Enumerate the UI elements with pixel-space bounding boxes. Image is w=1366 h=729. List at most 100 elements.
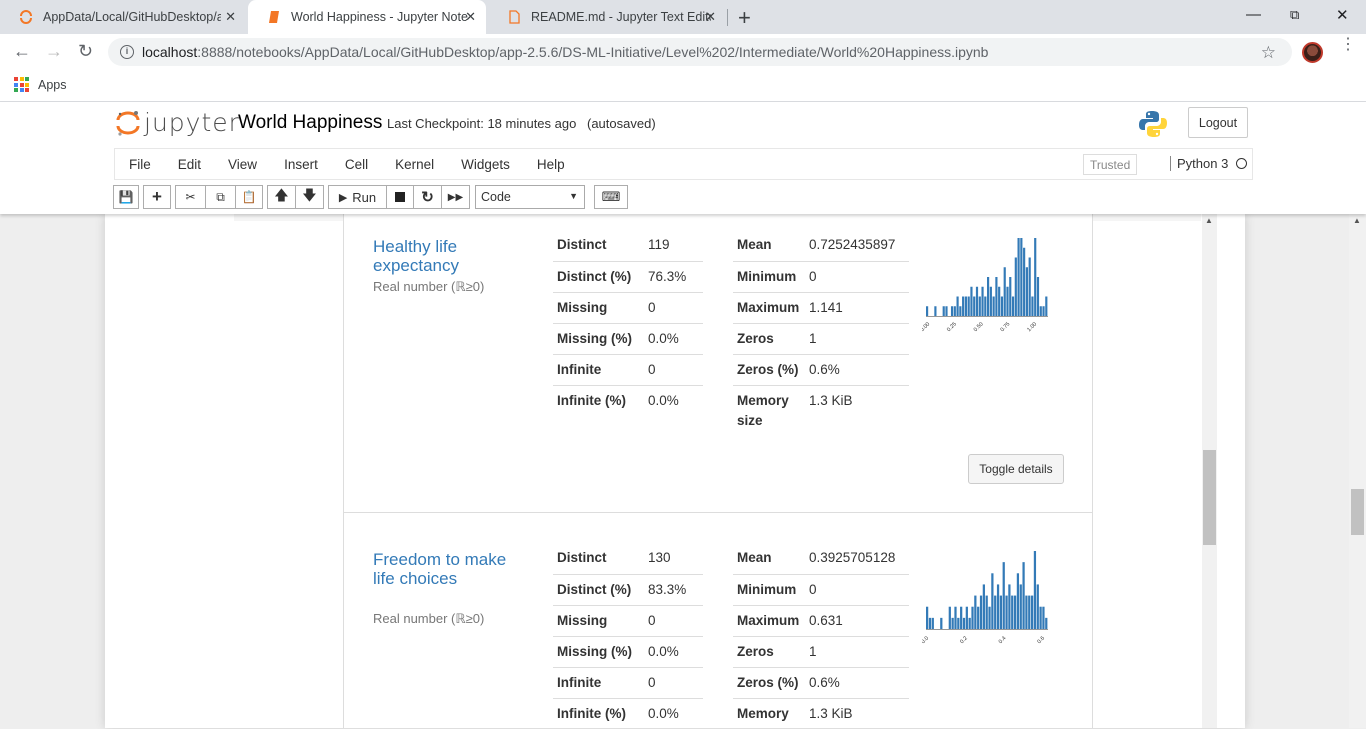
scroll-up-icon[interactable]: ▲ xyxy=(1353,216,1361,225)
stat-value: 0 xyxy=(809,582,817,597)
trusted-indicator[interactable]: Trusted xyxy=(1083,154,1138,175)
jupyter-logo[interactable]: jupyter xyxy=(116,108,240,137)
menu-kernel[interactable]: Kernel xyxy=(395,157,434,172)
move-up-button[interactable]: 🡅 xyxy=(267,185,296,209)
browser-tab-strip: AppData/Local/GitHubDesktop/a ✕ World Ha… xyxy=(0,0,1366,34)
reload-icon[interactable]: ↻ xyxy=(78,41,93,62)
chevron-down-icon: ▼ xyxy=(569,191,578,201)
back-icon[interactable]: ← xyxy=(13,41,31,62)
paste-button[interactable]: 📋 xyxy=(235,185,263,209)
histogram-bar xyxy=(970,286,973,316)
jupyter-logo-icon xyxy=(116,110,140,136)
kernel-name[interactable]: Python 3 xyxy=(1170,156,1228,171)
histogram-bar xyxy=(940,617,943,629)
copy-button[interactable]: ⧉ xyxy=(205,185,236,209)
cut-button[interactable]: ✂ xyxy=(175,185,206,209)
url-input[interactable]: i localhost:8888/notebooks/AppData/Local… xyxy=(108,38,1292,66)
stat-value: 0.0% xyxy=(648,331,679,346)
histogram-bar xyxy=(973,296,976,316)
insert-cell-button[interactable]: + xyxy=(143,185,171,209)
logout-button[interactable]: Logout xyxy=(1188,107,1248,138)
histogram-bar xyxy=(1033,551,1037,629)
stat-row: Minimum 0 xyxy=(733,261,909,292)
histogram-tick-label: 0.25 xyxy=(946,321,958,333)
apps-label: Apps xyxy=(38,77,67,92)
histogram-bar xyxy=(996,584,1000,629)
notebook-favicon-icon xyxy=(266,9,282,25)
histogram-bar xyxy=(926,306,929,316)
tab-close-icon[interactable]: ✕ xyxy=(225,9,236,25)
histogram-bar xyxy=(1025,267,1028,316)
tab-github-desktop[interactable]: AppData/Local/GitHubDesktop/a ✕ xyxy=(0,0,246,34)
profile-avatar[interactable] xyxy=(1302,42,1323,63)
histogram-tick-label: 1.00 xyxy=(1026,321,1038,333)
interrupt-button[interactable] xyxy=(386,185,414,209)
menu-cell[interactable]: Cell xyxy=(345,157,368,172)
histogram-bar xyxy=(989,286,992,316)
url-host: localhost xyxy=(142,44,198,60)
variable-name[interactable]: Freedom to make life choices xyxy=(373,550,513,588)
jupyter-header: jupyter World Happiness Last Checkpoint:… xyxy=(0,102,1366,214)
stat-row: Zeros (%) 0.6% xyxy=(733,667,909,698)
histogram-bar xyxy=(926,606,929,629)
stat-value: 1 xyxy=(809,644,817,659)
restart-button[interactable]: ↻ xyxy=(413,185,442,209)
histogram-bar xyxy=(995,277,998,316)
menu-help[interactable]: Help xyxy=(537,157,565,172)
stat-label: Minimum xyxy=(737,582,797,597)
tab-world-happiness[interactable]: World Happiness - Jupyter Noteb ✕ xyxy=(248,0,486,34)
forward-icon[interactable]: → xyxy=(45,41,63,62)
histogram-bar xyxy=(1016,573,1020,629)
bookmarks-bar: Apps xyxy=(0,70,1366,102)
histogram-bar xyxy=(1036,277,1040,316)
histogram-bar xyxy=(1034,238,1037,316)
tab-readme[interactable]: README.md - Jupyter Text Editor ✕ xyxy=(488,0,726,34)
page-scrollbar-thumb[interactable] xyxy=(1351,489,1364,535)
stats-table-right: Mean 0.7252435897 Minimum 0 Maximum 1.141 Z… xyxy=(733,230,909,429)
stat-label: Missing xyxy=(557,300,608,315)
histogram-bar xyxy=(968,617,971,629)
stat-value: 130 xyxy=(648,550,671,565)
menu-widgets[interactable]: Widgets xyxy=(461,157,510,172)
scroll-up-icon[interactable]: ▲ xyxy=(1205,216,1213,225)
histogram-bar xyxy=(1017,238,1020,316)
stat-row: Missing 0 xyxy=(553,292,703,323)
menu-view[interactable]: View xyxy=(228,157,257,172)
histogram-bar xyxy=(1045,296,1048,316)
page-scrollbar[interactable] xyxy=(1349,214,1366,728)
menu-edit[interactable]: Edit xyxy=(178,157,201,172)
browser-menu-icon[interactable]: ⋮ xyxy=(1340,37,1356,53)
histogram-bar xyxy=(1011,296,1015,316)
tab-close-icon[interactable]: ✕ xyxy=(465,9,476,25)
output-scrollbar-thumb[interactable] xyxy=(1203,450,1216,545)
save-button[interactable]: 💾 xyxy=(113,185,139,209)
toggle-details-button[interactable]: Toggle details xyxy=(968,454,1064,484)
info-icon[interactable]: i xyxy=(120,45,134,59)
stat-value: 0 xyxy=(648,300,656,315)
apps-grid-icon xyxy=(14,77,29,92)
menu-insert[interactable]: Insert xyxy=(284,157,318,172)
restore-icon[interactable]: ⧉ xyxy=(1290,7,1299,23)
apps-shortcut[interactable]: Apps xyxy=(14,77,67,92)
histogram-bar xyxy=(1000,296,1004,316)
histogram-bar xyxy=(1031,296,1034,316)
notebook-name[interactable]: World Happiness xyxy=(238,112,382,134)
run-button[interactable]: ▶ Run xyxy=(328,185,387,209)
cell-type-select[interactable]: Code ▼ xyxy=(475,185,585,209)
menu-file[interactable]: File xyxy=(129,157,151,172)
restart-run-all-button[interactable]: ▶▶ xyxy=(441,185,470,209)
url-path: :8888/notebooks/AppData/Local/GitHubDesk… xyxy=(197,44,989,60)
close-window-icon[interactable]: ✕ xyxy=(1336,6,1349,24)
command-palette-button[interactable]: ⌨ xyxy=(594,185,628,209)
tab-close-icon[interactable]: ✕ xyxy=(705,9,716,25)
minimize-icon[interactable]: — xyxy=(1246,6,1261,23)
variable-name[interactable]: Healthy life expectancy xyxy=(373,237,513,275)
histogram-tick-label: 0.2 xyxy=(959,635,969,645)
profile-report-variables: Healthy life expectancy Real number (ℝ≥0… xyxy=(343,214,1093,728)
move-down-button[interactable]: 🡇 xyxy=(295,185,324,209)
stat-value: 119 xyxy=(648,237,670,252)
histogram-bar xyxy=(971,606,974,629)
histogram-bar xyxy=(1020,238,1023,316)
new-tab-button[interactable]: + xyxy=(738,5,751,31)
bookmark-star-icon[interactable]: ☆ xyxy=(1261,43,1276,63)
